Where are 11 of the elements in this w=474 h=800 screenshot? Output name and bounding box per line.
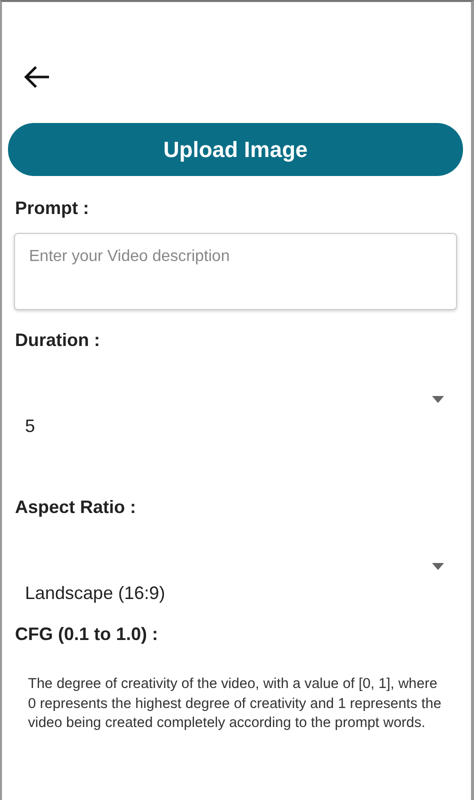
cfg-description: The degree of creativity of the video, with a value of [0, 1], where 0 represents the highest degree of creativity and 1 represents the video being created completely according to the prompt words. (28, 675, 442, 733)
caret-icon (432, 396, 444, 403)
upload-image-button[interactable]: Upload Image (8, 123, 463, 176)
dropdown[interactable]: Landscape (16:9) (14, 563, 444, 604)
aspect-ratio-label: Aspect Ratio : (15, 497, 138, 518)
dropdown[interactable]: 5 (14, 396, 444, 437)
caret-icon (432, 563, 444, 570)
duration-label: Duration : (15, 330, 101, 351)
prompt-input-field[interactable]: Enter your Video description (14, 233, 457, 310)
cfg-label: CFG (0.1 to 1.0) : (15, 624, 160, 645)
prompt-label: Prompt : (15, 198, 90, 219)
